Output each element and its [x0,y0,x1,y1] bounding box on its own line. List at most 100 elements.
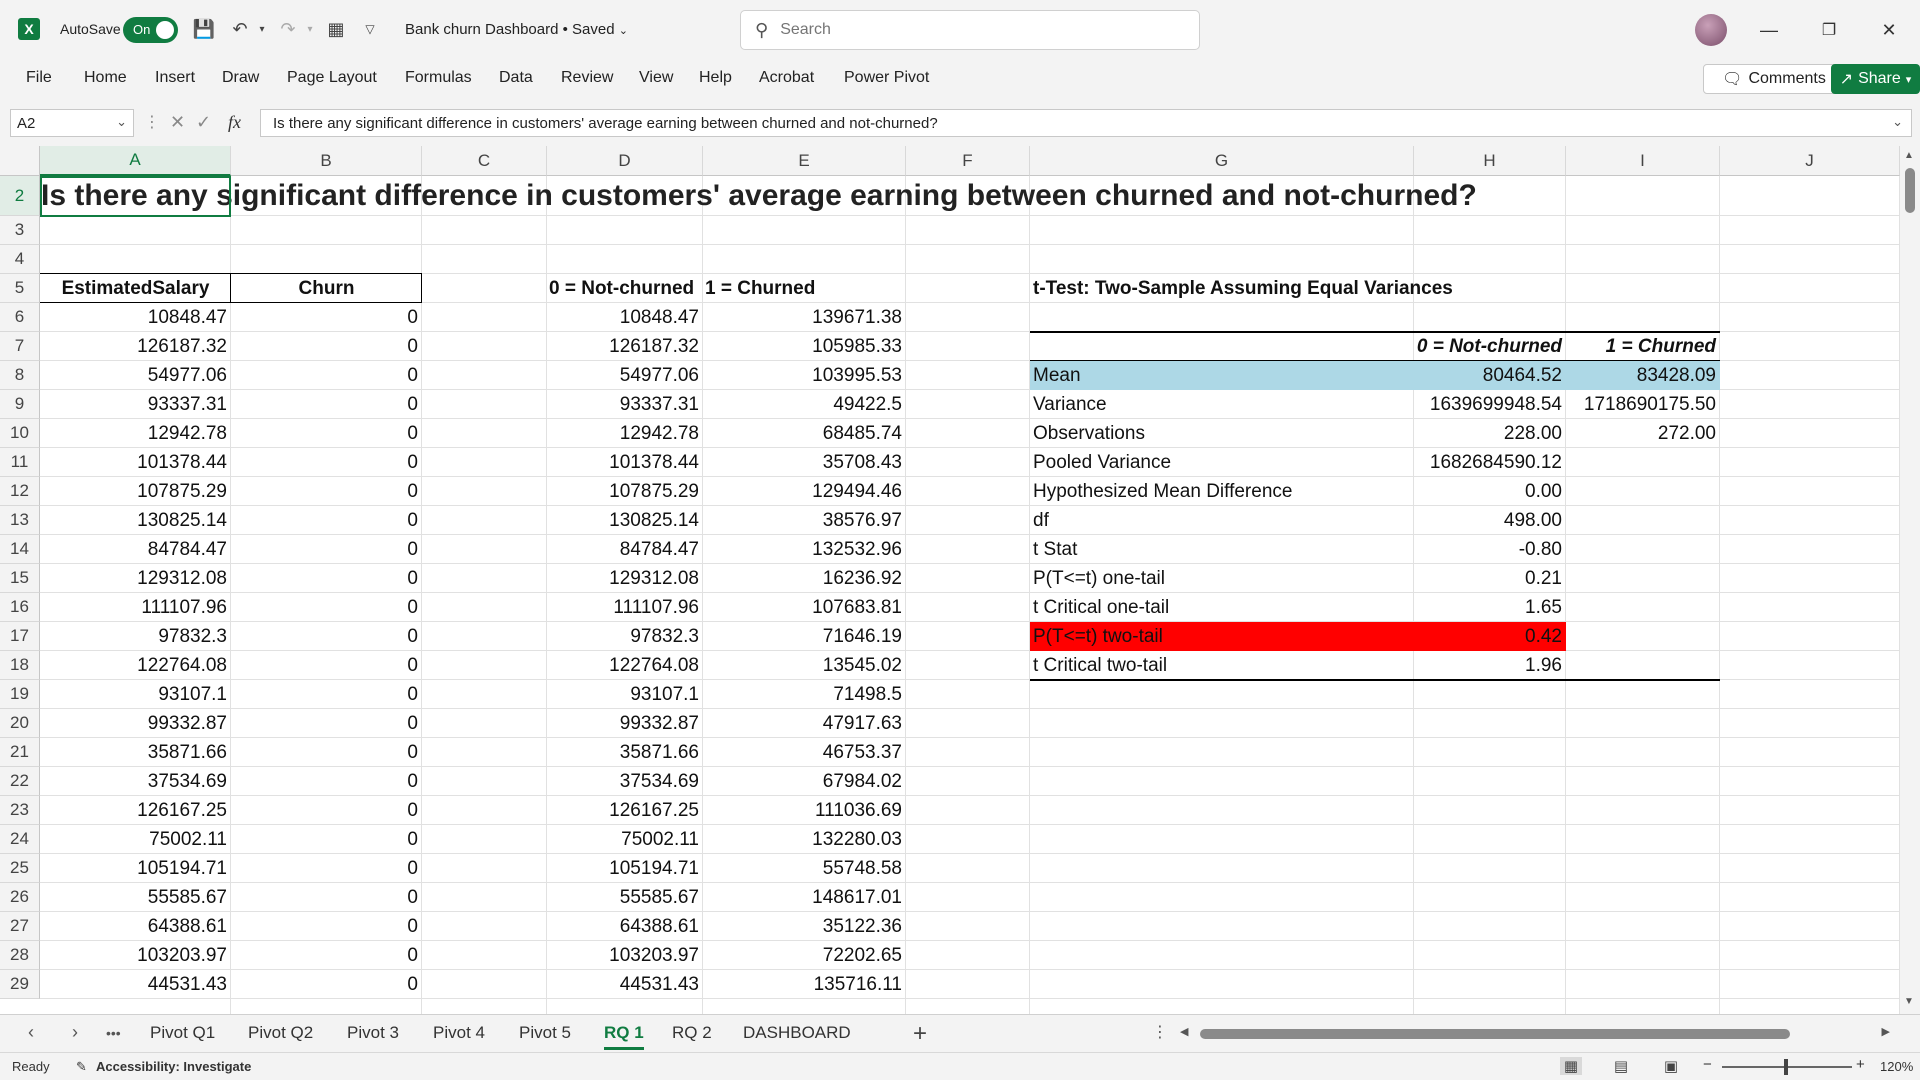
ttest-value-churned[interactable]: 83428.09 [1566,361,1716,390]
scroll-left-icon[interactable]: ◀ [1180,1025,1188,1038]
column-header-d[interactable]: D [547,146,703,176]
restore-icon[interactable]: ❐ [1809,14,1849,46]
churned-cell[interactable]: 132280.03 [703,825,902,854]
not-churned-cell[interactable]: 37534.69 [547,767,699,796]
prev-sheet-icon[interactable]: ‹ [28,1022,34,1043]
ttest-label[interactable]: t Critical two-tail [1033,651,1417,680]
churned-cell[interactable]: 35708.43 [703,448,902,477]
churn-cell[interactable]: 0 [231,448,418,477]
churned-cell[interactable]: 129494.46 [703,477,902,506]
not-churned-cell[interactable]: 55585.67 [547,883,699,912]
churn-cell[interactable]: 0 [231,941,418,970]
ttest-value-not-churned[interactable]: 0.42 [1414,622,1562,651]
row-header-13[interactable]: 13 [0,506,40,535]
churned-cell[interactable]: 132532.96 [703,535,902,564]
row-header-23[interactable]: 23 [0,796,40,825]
more-options-icon[interactable]: ⋮ [144,112,160,132]
churned-cell[interactable]: 107683.81 [703,593,902,622]
row-header-6[interactable]: 6 [0,303,40,332]
menu-power-pivot[interactable]: Power Pivot [844,69,929,87]
ttest-label[interactable]: t Critical one-tail [1033,593,1417,622]
not-churned-cell[interactable]: 93107.1 [547,680,699,709]
churned-cell[interactable]: 105985.33 [703,332,902,361]
ttest-label[interactable]: Variance [1033,390,1417,419]
row-header-12[interactable]: 12 [0,477,40,506]
ttest-value-churned[interactable] [1566,477,1716,506]
row-header-7[interactable]: 7 [0,332,40,361]
column-header-a[interactable]: A [40,146,231,176]
form-icon[interactable]: ▦ [324,17,348,41]
not-churned-cell[interactable]: 111107.96 [547,593,699,622]
not-churned-cell[interactable]: 99332.87 [547,709,699,738]
not-churned-cell[interactable]: 105194.71 [547,854,699,883]
undo-icon[interactable]: ↶ [228,17,252,41]
vertical-scroll-thumb[interactable] [1905,168,1915,213]
row-header-20[interactable]: 20 [0,709,40,738]
salary-cell[interactable]: 101378.44 [40,448,227,477]
next-sheet-icon[interactable]: › [72,1022,78,1043]
churn-cell[interactable]: 0 [231,593,418,622]
salary-cell[interactable]: 54977.06 [40,361,227,390]
add-sheet-icon[interactable]: + [913,1020,927,1048]
churned-cell[interactable]: 71646.19 [703,622,902,651]
ttest-value-churned[interactable] [1566,564,1716,593]
not-churned-cell[interactable]: 35871.66 [547,738,699,767]
not-churned-cell[interactable]: 44531.43 [547,970,699,999]
salary-cell[interactable]: 55585.67 [40,883,227,912]
normal-view-icon[interactable]: ▦ [1560,1057,1582,1075]
ttest-value-churned[interactable] [1566,535,1716,564]
tab-rq-2[interactable]: RQ 2 [672,1023,712,1043]
spreadsheet-grid[interactable]: A B C D E F G H I J 2 3 4 5 6 7 8 9 10 11 12 13 14 15 16 17 18 19 20… [0,146,1920,1014]
ttest-label[interactable]: P(T<=t) one-tail [1033,564,1417,593]
redo-dropdown-icon[interactable]: ▾ [298,17,322,41]
document-title[interactable]: Bank churn Dashboard • Saved ⌄ [405,21,628,38]
menu-file[interactable]: File [26,69,52,87]
question-title[interactable]: Is there any significant difference in c… [41,176,1477,216]
undo-dropdown-icon[interactable]: ▾ [250,17,274,41]
ttest-value-churned[interactable]: 1718690175.50 [1566,390,1716,419]
avatar[interactable] [1695,14,1727,46]
search-input[interactable] [780,21,1161,39]
churn-cell[interactable]: 0 [231,970,418,999]
row-header-27[interactable]: 27 [0,912,40,941]
ttest-value-not-churned[interactable]: 1639699948.54 [1414,390,1562,419]
header-not-churned[interactable]: 0 = Not-churned [549,274,705,303]
not-churned-cell[interactable]: 12942.78 [547,419,699,448]
column-header-c[interactable]: C [422,146,547,176]
churned-cell[interactable]: 16236.92 [703,564,902,593]
ttest-label[interactable]: P(T<=t) two-tail [1033,622,1417,651]
churned-cell[interactable]: 135716.11 [703,970,902,999]
save-icon[interactable]: 💾 [192,17,216,41]
churn-cell[interactable]: 0 [231,419,418,448]
scroll-down-icon[interactable]: ▼ [1904,996,1914,1007]
churned-cell[interactable]: 55748.58 [703,854,902,883]
row-header-16[interactable]: 16 [0,593,40,622]
row-header-28[interactable]: 28 [0,941,40,970]
row-header-14[interactable]: 14 [0,535,40,564]
not-churned-cell[interactable]: 129312.08 [547,564,699,593]
autosave-toggle[interactable]: On [123,17,178,43]
not-churned-cell[interactable]: 130825.14 [547,506,699,535]
tab-pivot-q2[interactable]: Pivot Q2 [248,1023,313,1043]
column-header-f[interactable]: F [906,146,1030,176]
churned-cell[interactable]: 111036.69 [703,796,902,825]
page-break-view-icon[interactable]: ▣ [1660,1057,1682,1075]
customize-qat-icon[interactable]: ▽ [358,17,382,41]
row-header-9[interactable]: 9 [0,390,40,419]
function-icon[interactable]: fx [228,112,241,133]
salary-cell[interactable]: 12942.78 [40,419,227,448]
menu-draw[interactable]: Draw [222,69,259,87]
ttest-value-churned[interactable] [1566,593,1716,622]
ttest-value-not-churned[interactable]: 1.65 [1414,593,1562,622]
churned-cell[interactable]: 68485.74 [703,419,902,448]
name-box[interactable]: A2 ⌄ [10,109,134,137]
ttest-value-churned[interactable] [1566,651,1716,680]
ttest-label[interactable]: Hypothesized Mean Difference [1033,477,1417,506]
salary-cell[interactable]: 122764.08 [40,651,227,680]
churned-cell[interactable]: 67984.02 [703,767,902,796]
row-header-8[interactable]: 8 [0,361,40,390]
ttest-value-not-churned[interactable]: 498.00 [1414,506,1562,535]
ttest-value-not-churned[interactable]: 80464.52 [1414,361,1562,390]
row-header-26[interactable]: 26 [0,883,40,912]
salary-cell[interactable]: 130825.14 [40,506,227,535]
